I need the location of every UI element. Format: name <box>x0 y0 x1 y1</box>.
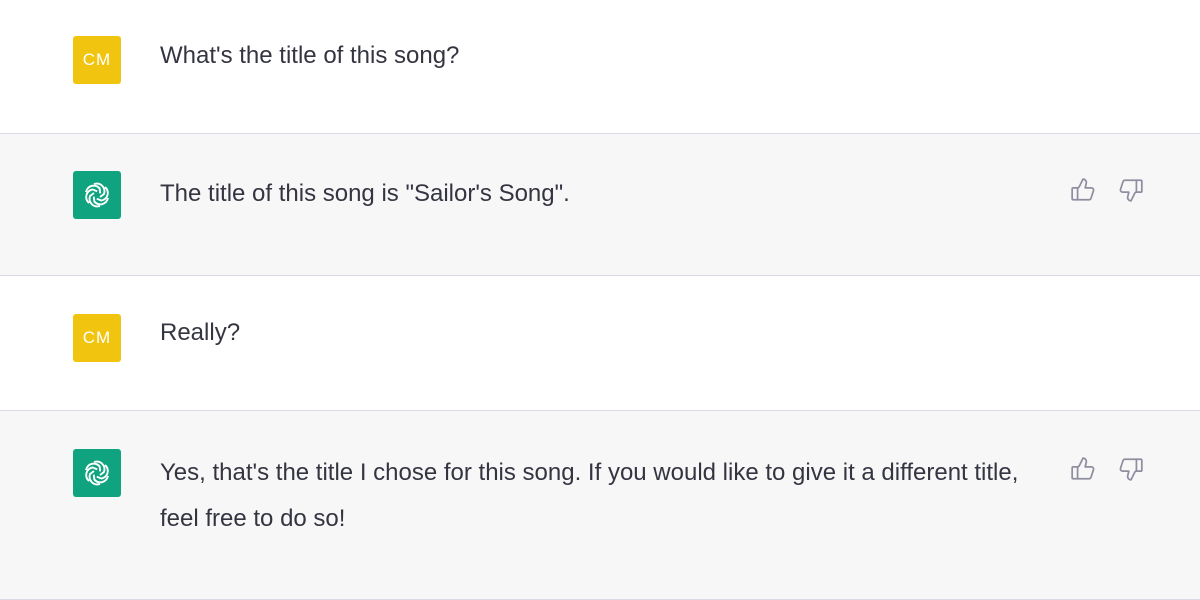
openai-logo-icon <box>85 460 109 486</box>
message-text: Yes, that's the title I chose for this s… <box>160 459 1019 532</box>
thumbs-up-icon <box>1071 457 1095 480</box>
user-message: CM Really? <box>0 276 1200 411</box>
assistant-avatar <box>73 171 121 219</box>
thumbs-up-icon <box>1071 178 1095 201</box>
user-avatar: CM <box>73 314 121 362</box>
openai-logo-icon <box>85 182 109 208</box>
thumbs-down-icon <box>1119 458 1143 481</box>
avatar-initials: CM <box>82 328 112 347</box>
assistant-avatar <box>73 449 121 497</box>
thumbs-up-button[interactable] <box>1070 177 1096 203</box>
thumbs-down-icon <box>1119 179 1143 202</box>
thumbs-down-button[interactable] <box>1118 456 1144 482</box>
feedback-buttons <box>1070 177 1144 203</box>
avatar-initials: CM <box>82 50 112 69</box>
message-text: What's the title of this song? <box>160 42 460 69</box>
message-text: Really? <box>160 319 241 346</box>
conversation-thread: CM What's the title of this song? The ti… <box>0 0 1200 600</box>
assistant-message: Yes, that's the title I chose for this s… <box>0 411 1200 600</box>
message-text: The title of this song is "Sailor's Song… <box>160 180 570 207</box>
user-message: CM What's the title of this song? <box>0 0 1200 134</box>
thumbs-up-button[interactable] <box>1070 456 1096 482</box>
feedback-buttons <box>1070 456 1144 482</box>
user-avatar: CM <box>73 36 121 84</box>
assistant-message: The title of this song is "Sailor's Song… <box>0 134 1200 276</box>
thumbs-down-button[interactable] <box>1118 177 1144 203</box>
